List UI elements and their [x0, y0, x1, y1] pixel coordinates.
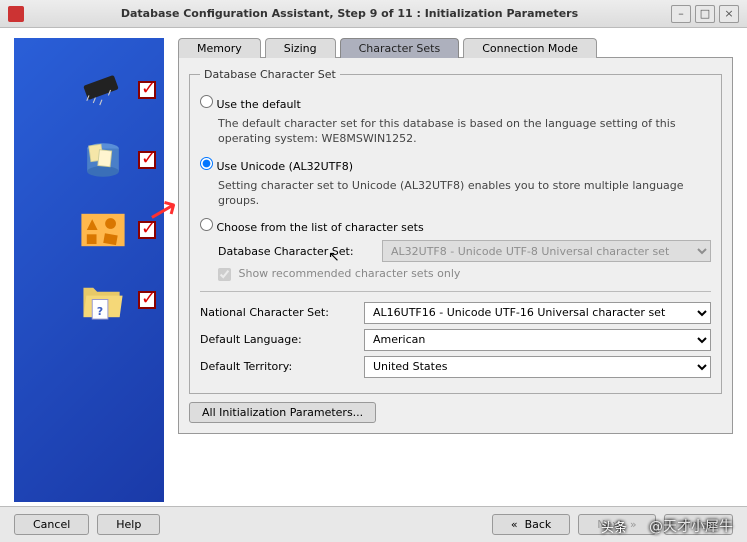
folder-question-icon: ? — [76, 278, 130, 322]
desc-use-unicode: Setting character set to Unicode (AL32UT… — [218, 179, 711, 209]
check-icon — [138, 221, 156, 239]
label-use-default: Use the default — [217, 98, 301, 111]
option-use-default[interactable]: Use the default — [200, 95, 711, 111]
step-4: ? — [22, 278, 156, 322]
label-choose-list: Choose from the list of character sets — [217, 221, 424, 234]
maximize-button[interactable]: □ — [695, 5, 715, 23]
radio-use-default[interactable] — [200, 95, 213, 108]
wizard-sidebar: ? — [14, 38, 164, 502]
step-2 — [22, 138, 156, 182]
app-icon — [8, 6, 24, 22]
watermark-author: @天才小犀牛 — [649, 516, 733, 536]
tab-panel: Database Character Set Use the default T… — [178, 57, 733, 434]
check-icon — [138, 81, 156, 99]
option-choose-list[interactable]: Choose from the list of character sets — [200, 218, 711, 234]
shapes-icon — [76, 208, 130, 252]
tab-character-sets[interactable]: Character Sets — [340, 38, 460, 58]
dbcs-select: AL32UTF8 - Unicode UTF-8 Universal chara… — [382, 240, 711, 262]
check-icon — [138, 151, 156, 169]
svg-text:?: ? — [97, 305, 103, 318]
desc-use-default: The default character set for this datab… — [218, 117, 711, 147]
check-icon — [138, 291, 156, 309]
lang-select[interactable]: American — [364, 329, 711, 351]
ncs-label: National Character Set: — [200, 306, 354, 319]
tab-sizing[interactable]: Sizing — [265, 38, 336, 58]
dbcs-label: Database Character Set: — [218, 245, 372, 258]
tab-memory[interactable]: Memory — [178, 38, 261, 58]
window-title: Database Configuration Assistant, Step 9… — [32, 7, 667, 20]
step-1 — [22, 68, 156, 112]
close-button[interactable]: × — [719, 5, 739, 23]
chip-icon — [76, 68, 130, 112]
step-3 — [22, 208, 156, 252]
tabs: Memory Sizing Character Sets Connection … — [178, 38, 733, 58]
charset-fieldset: Database Character Set Use the default T… — [189, 68, 722, 394]
fieldset-legend: Database Character Set — [200, 68, 340, 81]
showrec-label: Show recommended character sets only — [239, 267, 461, 280]
ncs-select[interactable]: AL16UTF16 - Unicode UTF-16 Universal cha… — [364, 302, 711, 324]
radio-choose-list[interactable] — [200, 218, 213, 231]
help-button[interactable]: Help — [97, 514, 160, 535]
showrec-checkbox — [218, 268, 231, 281]
tab-connection-mode[interactable]: Connection Mode — [463, 38, 597, 58]
option-use-unicode[interactable]: Use Unicode (AL32UTF8) — [200, 157, 711, 173]
back-button[interactable]: « Back — [492, 514, 570, 535]
database-icon — [76, 138, 130, 182]
label-use-unicode: Use Unicode (AL32UTF8) — [217, 160, 353, 173]
all-init-params-button[interactable]: All Initialization Parameters... — [189, 402, 376, 423]
watermark-source: 头条 — [601, 517, 627, 536]
minimize-button[interactable]: – — [671, 5, 691, 23]
cancel-button[interactable]: Cancel — [14, 514, 89, 535]
terr-select[interactable]: United States — [364, 356, 711, 378]
divider — [200, 291, 711, 292]
main-panel: Memory Sizing Character Sets Connection … — [178, 38, 733, 502]
radio-use-unicode[interactable] — [200, 157, 213, 170]
titlebar: Database Configuration Assistant, Step 9… — [0, 0, 747, 28]
footer: Cancel Help « Back Next » Finish — [0, 506, 747, 542]
terr-label: Default Territory: — [200, 360, 354, 373]
lang-label: Default Language: — [200, 333, 354, 346]
